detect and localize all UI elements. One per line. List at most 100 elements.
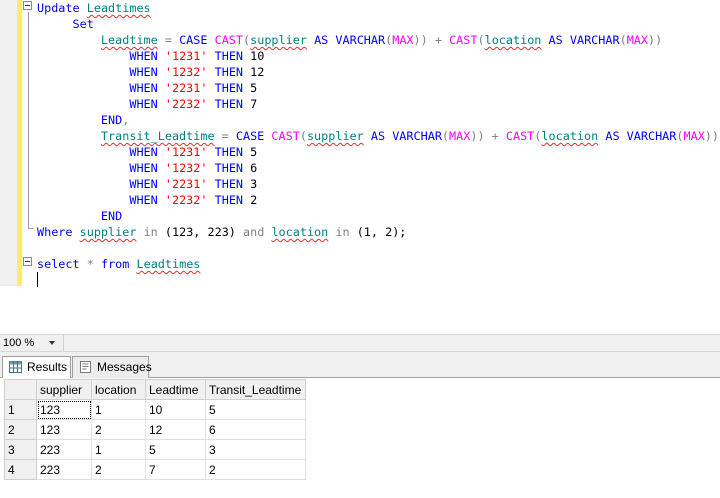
table-row[interactable]: 1 123 1 10 5 (4, 399, 306, 420)
code-token: = (157, 33, 180, 47)
code-token: ( (441, 129, 450, 143)
code-token: Set (72, 17, 94, 31)
cell-transit-leadtime[interactable]: 2 (205, 459, 306, 480)
code-line[interactable]: Set (37, 16, 719, 32)
column-header-transit-leadtime[interactable]: Transit_Leadtime (205, 379, 306, 400)
code-token: '2232' (164, 193, 208, 207)
code-token: WHEN (129, 177, 158, 191)
cell-transit-leadtime[interactable]: 5 (205, 399, 306, 420)
row-number[interactable]: 3 (4, 439, 37, 460)
cell-location[interactable]: 2 (91, 459, 146, 480)
code-line[interactable]: Transit_Leadtime = CASE CAST(supplier AS… (37, 128, 719, 144)
table-row[interactable]: 3 223 1 5 3 (4, 439, 306, 460)
row-number[interactable]: 1 (4, 399, 37, 420)
code-token: supplier (250, 33, 307, 47)
row-number[interactable]: 4 (4, 459, 37, 480)
code-line[interactable]: END, (37, 112, 719, 128)
cell-supplier[interactable]: 223 (36, 459, 92, 480)
code-line[interactable]: WHEN '2231' THEN 3 (37, 176, 719, 192)
code-line[interactable]: select * from Leadtimes (37, 256, 719, 272)
cell-supplier[interactable]: 123 (36, 419, 92, 440)
cell-location[interactable]: 1 (91, 399, 146, 420)
horizontal-scrollbar[interactable] (63, 335, 720, 351)
code-line[interactable]: WHEN '1232' THEN 12 (37, 64, 719, 80)
code-line[interactable]: WHEN '1231' THEN 5 (37, 144, 719, 160)
code-token: + (484, 129, 506, 143)
tab-results[interactable]: Results (2, 356, 71, 379)
code-line[interactable]: END (37, 208, 719, 224)
code-token: '1232' (164, 65, 208, 79)
table-row[interactable]: 2 123 2 12 6 (4, 419, 306, 440)
code-token: '2231' (164, 81, 208, 95)
code-text[interactable]: Update Leadtimes Set Leadtime = CASE CAS… (37, 0, 719, 288)
cell-supplier[interactable]: 123 (36, 399, 92, 420)
code-line[interactable]: WHEN '2232' THEN 7 (37, 96, 719, 112)
code-line[interactable]: WHEN '2231' THEN 5 (37, 80, 719, 96)
tab-messages-label: Messages (97, 360, 152, 374)
code-token: '1231' (164, 49, 208, 63)
editor-gutter (0, 0, 17, 286)
column-header-location[interactable]: location (91, 379, 146, 400)
tab-messages[interactable]: Messages (72, 356, 152, 378)
code-token: '1232' (164, 161, 208, 175)
cell-supplier[interactable]: 223 (36, 439, 92, 460)
code-line[interactable]: Leadtime = CASE CAST(supplier AS VARCHAR… (37, 32, 719, 48)
cell-leadtime[interactable]: 5 (145, 439, 206, 460)
collapse-icon[interactable] (23, 257, 32, 266)
code-token: WHEN (129, 65, 158, 79)
cell-transit-leadtime[interactable]: 6 (205, 419, 306, 440)
header-row: supplier location Leadtime Transit_Leadt… (4, 379, 306, 400)
cell-leadtime[interactable]: 10 (145, 399, 206, 420)
code-token: Update (37, 1, 80, 15)
code-token: CAST (271, 129, 300, 143)
collapse-icon[interactable] (23, 1, 32, 10)
code-line[interactable]: Update Leadtimes (37, 0, 719, 16)
code-token: CAST (449, 33, 478, 47)
code-line[interactable]: Where supplier in (123, 223) and locatio… (37, 224, 719, 240)
row-number[interactable]: 2 (4, 419, 37, 440)
column-header-supplier[interactable]: supplier (36, 379, 92, 400)
cell-location[interactable]: 2 (91, 419, 146, 440)
query-editor[interactable]: Update Leadtimes Set Leadtime = CASE CAS… (0, 0, 720, 334)
code-line[interactable]: WHEN '2232' THEN 2 (37, 192, 719, 208)
code-line[interactable]: WHEN '1231' THEN 10 (37, 48, 719, 64)
zoom-dropdown[interactable]: 100 % (0, 335, 60, 351)
code-token: WHEN (129, 193, 158, 207)
code-line[interactable] (37, 272, 719, 288)
table-row[interactable]: 4 223 2 7 2 (4, 459, 306, 480)
code-token: MAX (626, 33, 648, 47)
grid-corner[interactable] (4, 379, 37, 400)
code-token: 12 (243, 65, 265, 79)
results-grid: supplier location Leadtime Transit_Leadt… (4, 379, 306, 480)
code-token: in (335, 225, 350, 239)
code-line[interactable]: WHEN '1232' THEN 6 (37, 160, 719, 176)
cell-leadtime[interactable]: 12 (145, 419, 206, 440)
cell-location[interactable]: 1 (91, 439, 146, 460)
cell-transit-leadtime[interactable]: 3 (205, 439, 306, 460)
column-header-leadtime[interactable]: Leadtime (145, 379, 206, 400)
cell-leadtime[interactable]: 7 (145, 459, 206, 480)
code-token: ( (299, 129, 307, 143)
code-line[interactable] (37, 240, 719, 256)
